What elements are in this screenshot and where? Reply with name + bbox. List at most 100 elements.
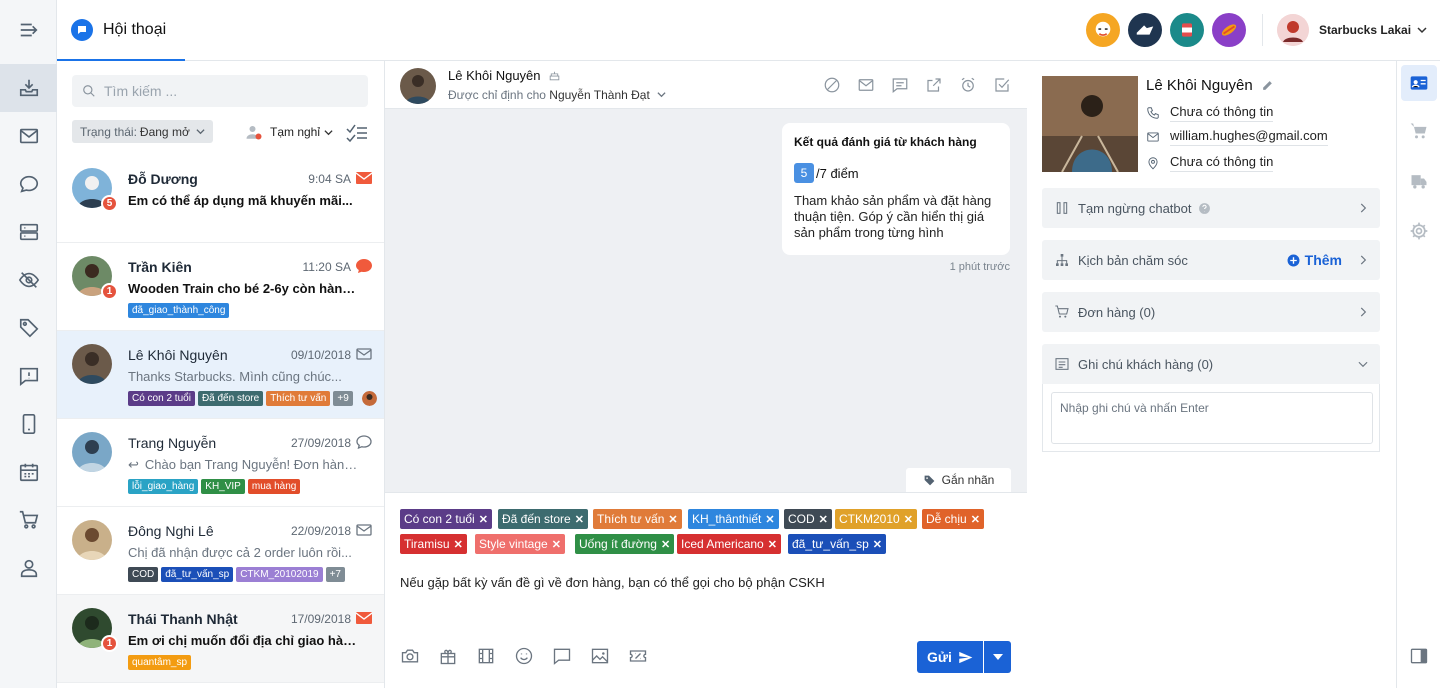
channel-avatar-4[interactable]: [1212, 13, 1246, 47]
customer-photo[interactable]: [1042, 76, 1138, 172]
emoji-icon[interactable]: [514, 646, 534, 666]
user-name: Starbucks Lakai: [1319, 23, 1412, 37]
conversation-tags: Có con 2 tuổi Đã đến store Thích tư vấn +9: [128, 391, 377, 406]
server-icon[interactable]: [0, 208, 57, 256]
send-button[interactable]: Gửi: [917, 641, 983, 673]
tag-chip: COD: [128, 567, 159, 582]
conversation-row[interactable]: 1 Thái Thanh Nhật 17/09/2018 Em ơi chị muốn…: [57, 595, 384, 683]
settings-gear-icon[interactable]: [1401, 213, 1437, 249]
tab-conversations[interactable]: Hội thoại: [57, 0, 185, 61]
inbox-icon[interactable]: [0, 64, 57, 112]
hidden-eye-icon[interactable]: [0, 256, 57, 304]
conversation-row[interactable]: Đông Nghi Lê 22/09/2018 Chị đã nhận được c…: [57, 507, 384, 595]
expand-menu-icon[interactable]: [0, 6, 57, 54]
conversation-name: Thái Thanh Nhật: [128, 611, 238, 627]
customer-name: Lê Khôi Nguyên: [1146, 77, 1274, 94]
remove-tag-icon[interactable]: ✕: [765, 513, 774, 526]
unread-count-badge: 5: [101, 195, 118, 212]
product-icon[interactable]: [438, 646, 458, 666]
tag-chip: đã_giao_thành_công: [128, 303, 230, 318]
check-square-icon[interactable]: [993, 76, 1011, 94]
remove-tag-icon[interactable]: ✕: [479, 513, 488, 526]
shopping-cart-icon[interactable]: [1401, 113, 1437, 149]
search-box[interactable]: [72, 75, 368, 107]
tag-icon[interactable]: [0, 304, 57, 352]
quick-reply-icon[interactable]: [552, 646, 572, 666]
pause-chatbot-row[interactable]: Tạm ngừng chatbot: [1042, 188, 1380, 228]
rating-score-value: 5: [794, 163, 814, 183]
tag-chip: Có con 2 tuổi: [128, 391, 195, 406]
remove-tag-icon[interactable]: ✕: [768, 538, 777, 551]
help-icon[interactable]: [1198, 202, 1211, 215]
camera-icon[interactable]: [400, 646, 420, 666]
image-icon[interactable]: [590, 646, 610, 666]
send-options-button[interactable]: [984, 641, 1011, 673]
composer-tag: đã_tư_vấn_sp ✕: [788, 534, 886, 554]
composer-tag: Style vintage ✕: [475, 534, 565, 554]
conversation-row[interactable]: Lê Khôi Nguyên 09/10/2018 Thanks Starbucks…: [57, 331, 384, 419]
edit-icon[interactable]: [1261, 79, 1274, 92]
composer-tag: Đã đến store ✕: [498, 509, 588, 529]
composer-tag-label: Tiramisu: [404, 537, 450, 551]
video-icon[interactable]: [476, 646, 496, 666]
remove-tag-icon[interactable]: ✕: [873, 538, 882, 551]
customer-email: william.hughes@gmail.com: [1146, 128, 1328, 146]
calendar-icon[interactable]: [0, 448, 57, 496]
channel-avatar-1[interactable]: [1086, 13, 1120, 47]
remove-tag-icon[interactable]: ✕: [454, 538, 463, 551]
add-label-tab[interactable]: Gắn nhãn: [906, 468, 1011, 492]
feedback-icon[interactable]: [0, 352, 57, 400]
customer-note-input[interactable]: [1051, 392, 1373, 444]
delivery-icon[interactable]: [1401, 163, 1437, 199]
block-icon[interactable]: [823, 76, 841, 94]
composer-tag: Uống ít đường ✕: [575, 534, 675, 554]
external-link-icon[interactable]: [925, 76, 943, 94]
alarm-icon[interactable]: [959, 76, 977, 94]
status-filter-dropdown[interactable]: Trạng thái: Đang mở: [72, 120, 213, 143]
conversation-preview: Em có thể áp dụng mã khuyến mãi...: [128, 193, 353, 208]
agent-icon[interactable]: [0, 544, 57, 592]
mobile-icon[interactable]: [0, 400, 57, 448]
search-input[interactable]: [104, 83, 354, 99]
unread-count-badge: 1: [101, 283, 118, 300]
tag-icon: [924, 475, 935, 485]
mail-icon[interactable]: [0, 112, 57, 160]
orders-row[interactable]: Đơn hàng (0): [1042, 292, 1380, 332]
coupon-icon[interactable]: [628, 646, 648, 666]
conversation-time: 17/09/2018: [290, 612, 351, 626]
remove-tag-icon[interactable]: ✕: [661, 538, 670, 551]
conversation-row[interactable]: 5 Đỗ Dương 9:04 SA Em có thể áp dụng mã khu…: [57, 155, 384, 243]
caret-down-icon: [992, 654, 1003, 660]
email-icon[interactable]: [857, 76, 875, 94]
remove-tag-icon[interactable]: ✕: [971, 513, 980, 526]
bulk-check-icon[interactable]: [345, 121, 369, 143]
chat-icon[interactable]: [0, 160, 57, 208]
remove-tag-icon[interactable]: ✕: [552, 538, 561, 551]
add-care-script-button[interactable]: Thêm: [1287, 252, 1342, 268]
composer-input[interactable]: Nếu gặp bất kỳ vấn đề gì về đơn hàng, bạ…: [400, 575, 825, 590]
tab-label: Hội thoại: [103, 20, 167, 38]
channel-avatar-3[interactable]: [1170, 13, 1204, 47]
status-filter-label: Trạng thái:: [80, 124, 137, 139]
contact-card-icon[interactable]: [1401, 65, 1437, 101]
conversation-preview: ↩ Chào bạn Trang Nguyễn! Đơn hàng...: [128, 457, 358, 472]
chevron-right-icon: [1360, 255, 1367, 265]
assigned-info[interactable]: Được chỉ định cho Nguyễn Thành Đạt: [448, 88, 666, 102]
remove-tag-icon[interactable]: ✕: [668, 513, 677, 526]
composer-tag-label: Style vintage: [479, 537, 548, 551]
contact-avatar[interactable]: [400, 68, 436, 104]
care-script-row[interactable]: Kịch bản chăm sóc Thêm: [1042, 240, 1380, 280]
channel-avatar-2[interactable]: [1128, 13, 1162, 47]
toggle-panel-icon[interactable]: [1401, 638, 1437, 674]
away-status-dropdown[interactable]: Tạm nghỉ: [245, 121, 333, 143]
message-composer: Có con 2 tuổi ✕ Đã đến store ✕ Thích tư vấn ✕…: [385, 492, 1027, 688]
remove-tag-icon[interactable]: ✕: [904, 513, 913, 526]
comment-icon[interactable]: [891, 76, 909, 94]
remove-tag-icon[interactable]: ✕: [819, 513, 828, 526]
conversation-row[interactable]: 1 Trần Kiên 11:20 SA Wooden Train cho bé 2-…: [57, 243, 384, 331]
remove-tag-icon[interactable]: ✕: [575, 513, 584, 526]
conversation-row[interactable]: Trang Nguyễn 27/09/2018 ↩ Chào bạn Trang Ng…: [57, 419, 384, 507]
user-menu[interactable]: Starbucks Lakai: [1277, 13, 1427, 47]
cart-icon[interactable]: [0, 496, 57, 544]
customer-notes-header[interactable]: Ghi chú khách hàng (0): [1042, 344, 1380, 384]
